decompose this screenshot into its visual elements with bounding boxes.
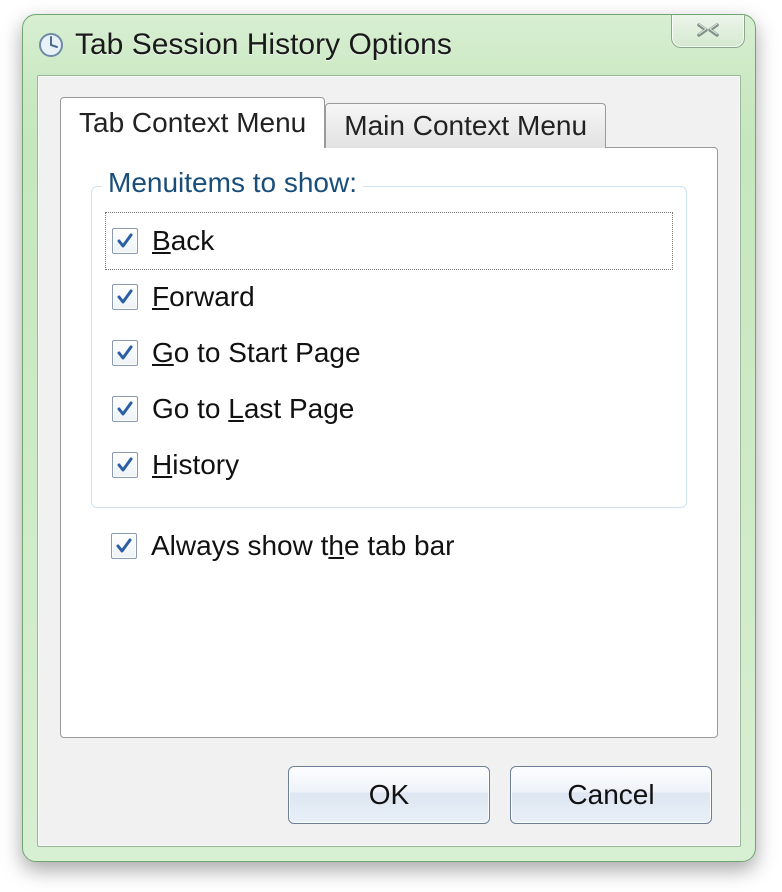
ok-button-label: OK bbox=[369, 779, 409, 811]
label-history: History bbox=[152, 449, 239, 481]
row-go-to-last-page: Go to Last Page bbox=[106, 381, 672, 437]
label-forward: Forward bbox=[152, 281, 255, 313]
row-back: Back bbox=[106, 213, 672, 269]
close-icon bbox=[694, 21, 722, 39]
label-always-show-tab-bar: Always show the tab bar bbox=[151, 530, 455, 562]
label-back: Back bbox=[152, 225, 214, 257]
groupbox-menuitems: Menuitems to show: BackForwardGo to Star… bbox=[91, 186, 687, 508]
cancel-button-label: Cancel bbox=[567, 779, 654, 811]
checkbox-history[interactable] bbox=[112, 452, 138, 478]
tab-page-tab-context-menu: Menuitems to show: Back Forward Go to Star… bbox=[60, 147, 718, 738]
tab-main-context-menu[interactable]: Main Context Menu bbox=[325, 103, 606, 148]
tab-control: Tab Context Menu Main Context Menu Menui… bbox=[60, 98, 718, 738]
client-area: Tab Context Menu Main Context Menu Menui… bbox=[37, 75, 741, 847]
row-history: History bbox=[106, 437, 672, 493]
row-always-show-tab-bar: Always show the tab bar bbox=[91, 530, 687, 562]
checkbox-forward[interactable] bbox=[112, 284, 138, 310]
tab-tab-context-menu[interactable]: Tab Context Menu bbox=[60, 97, 325, 148]
window-title: Tab Session History Options bbox=[75, 28, 452, 62]
row-go-to-start-page: Go to Start Page bbox=[106, 325, 672, 381]
checkbox-always-show-tab-bar[interactable] bbox=[111, 533, 137, 559]
tab-label: Tab Context Menu bbox=[79, 107, 306, 139]
label-go-to-start-page: Go to Start Page bbox=[152, 337, 361, 369]
dialog-window: Tab Session History Options Tab Context … bbox=[22, 14, 756, 862]
checkbox-go-to-last-page[interactable] bbox=[112, 396, 138, 422]
app-icon bbox=[37, 31, 65, 59]
titlebar: Tab Session History Options bbox=[23, 15, 755, 75]
groupbox-legend: Menuitems to show: bbox=[102, 167, 363, 199]
tab-label: Main Context Menu bbox=[344, 110, 587, 142]
row-forward: Forward bbox=[106, 269, 672, 325]
checkbox-back[interactable] bbox=[112, 228, 138, 254]
tab-strip: Tab Context Menu Main Context Menu bbox=[60, 98, 718, 148]
checkbox-go-to-start-page[interactable] bbox=[112, 340, 138, 366]
close-button[interactable] bbox=[671, 14, 745, 48]
label-go-to-last-page: Go to Last Page bbox=[152, 393, 354, 425]
dialog-button-row: OK Cancel bbox=[288, 766, 712, 824]
ok-button[interactable]: OK bbox=[288, 766, 490, 824]
cancel-button[interactable]: Cancel bbox=[510, 766, 712, 824]
